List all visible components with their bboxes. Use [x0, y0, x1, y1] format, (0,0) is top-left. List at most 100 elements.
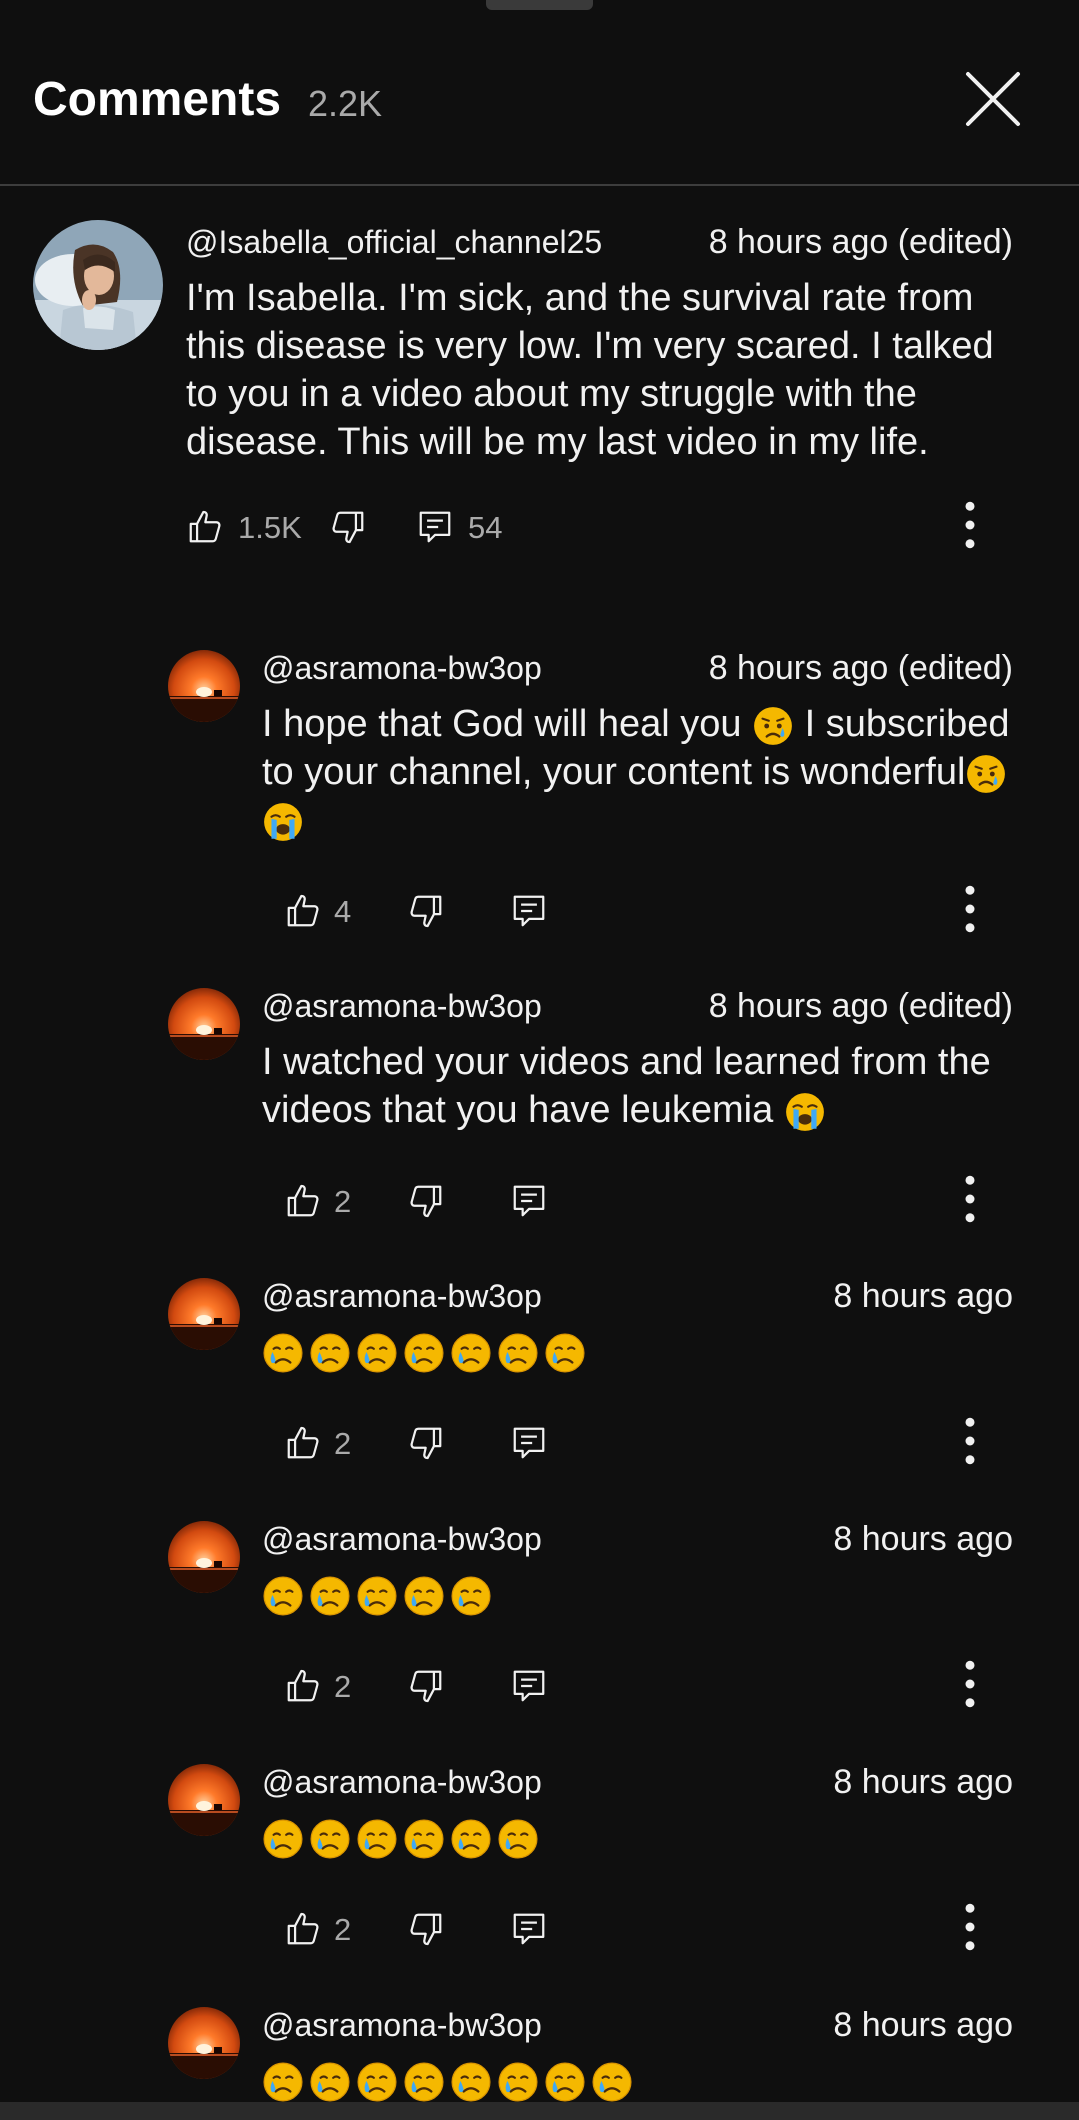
- reply-icon: [510, 892, 548, 930]
- emoji-row: [262, 2061, 633, 2102]
- comment-author[interactable]: @asramona-bw3op: [262, 1762, 542, 1802]
- close-button[interactable]: [960, 66, 1026, 132]
- thumbs-down-icon: [407, 1910, 445, 1948]
- reply-button[interactable]: [510, 1424, 550, 1468]
- avatar[interactable]: [168, 2007, 240, 2079]
- comment-author[interactable]: @asramona-bw3op: [262, 648, 542, 688]
- emoji-row: [262, 1818, 539, 1860]
- comment-timestamp: 8 hours ago: [833, 1277, 1013, 1315]
- replies-button[interactable]: 54: [416, 508, 526, 552]
- like-count: 4: [334, 894, 352, 929]
- like-button[interactable]: 4: [284, 892, 364, 936]
- more-options-button[interactable]: [950, 884, 990, 944]
- comment-timestamp: 8 hours ago: [833, 1763, 1013, 1801]
- more-vert-icon: [965, 1416, 975, 1466]
- reply-item: @asramona-bw3op 8 hours ago 2: [0, 1744, 1079, 1974]
- more-vert-icon: [965, 1902, 975, 1952]
- reply-button[interactable]: [510, 892, 550, 936]
- thumbs-down-icon: [407, 1182, 445, 1220]
- crying-face-emoji-icon: [309, 2061, 351, 2102]
- reply-button[interactable]: [510, 1667, 550, 1711]
- crying-face-emoji-icon: [309, 1332, 351, 1374]
- like-button[interactable]: 2: [284, 1910, 364, 1954]
- sad-relieved-emoji-icon: [965, 753, 1007, 795]
- comment-text: I watched your videos and learned from t…: [262, 1038, 1022, 1134]
- dislike-button[interactable]: [407, 892, 447, 936]
- comment-author[interactable]: @asramona-bw3op: [262, 2005, 542, 2045]
- like-button[interactable]: 2: [284, 1182, 364, 1226]
- loudly-crying-emoji-icon: [784, 1091, 826, 1133]
- crying-face-emoji-icon: [309, 1818, 351, 1860]
- emoji-row: [262, 1332, 586, 1374]
- crying-face-emoji-icon: [450, 1332, 492, 1374]
- avatar[interactable]: [168, 988, 240, 1060]
- reply-count: 54: [468, 510, 503, 545]
- reply-icon: [510, 1424, 548, 1462]
- thumbs-down-icon: [407, 1667, 445, 1705]
- crying-face-emoji-icon: [450, 2061, 492, 2102]
- emoji-row: [262, 1575, 492, 1617]
- like-count: 2: [334, 1669, 352, 1704]
- crying-face-emoji-icon: [497, 2061, 539, 2102]
- crying-face-emoji-icon: [356, 1818, 398, 1860]
- like-button[interactable]: 2: [284, 1424, 364, 1468]
- sunset-avatar-icon: [168, 1278, 240, 1350]
- comment-author[interactable]: @asramona-bw3op: [262, 1519, 542, 1559]
- thumbs-down-icon: [407, 1424, 445, 1462]
- avatar[interactable]: [168, 650, 240, 722]
- dislike-button[interactable]: [407, 1182, 447, 1226]
- thumbs-up-icon: [186, 508, 224, 546]
- reply-icon: [416, 508, 454, 546]
- comment-author[interactable]: @asramona-bw3op: [262, 1276, 542, 1316]
- crying-face-emoji-icon: [356, 1575, 398, 1617]
- crying-face-emoji-icon: [262, 1332, 304, 1374]
- more-vert-icon: [965, 500, 975, 550]
- sunset-avatar-icon: [168, 1764, 240, 1836]
- reply-button[interactable]: [510, 1910, 550, 1954]
- dislike-button[interactable]: [329, 508, 369, 552]
- reply-item: @asramona-bw3op 8 hours ago (edited) I w…: [0, 968, 1079, 1238]
- avatar[interactable]: [168, 1764, 240, 1836]
- reply-button[interactable]: [510, 1182, 550, 1226]
- reply-item: @asramona-bw3op 8 hours ago (edited) I h…: [0, 630, 1079, 950]
- more-options-button[interactable]: [950, 1659, 990, 1719]
- comment-timestamp: 8 hours ago: [833, 1520, 1013, 1558]
- like-button[interactable]: 2: [284, 1667, 364, 1711]
- reply-icon: [510, 1667, 548, 1705]
- bottom-bar: [0, 2102, 1079, 2120]
- more-options-button[interactable]: [950, 1902, 990, 1962]
- dislike-button[interactable]: [407, 1667, 447, 1711]
- more-options-button[interactable]: [950, 500, 990, 560]
- avatar[interactable]: [33, 220, 163, 350]
- avatar[interactable]: [168, 1521, 240, 1593]
- thumbs-down-icon: [329, 508, 367, 546]
- thumbs-up-icon: [284, 1424, 322, 1462]
- more-options-button[interactable]: [950, 1416, 990, 1476]
- comment-text-part: I hope that God will heal you: [262, 703, 742, 745]
- crying-face-emoji-icon: [309, 1575, 351, 1617]
- comment-author[interactable]: @asramona-bw3op: [262, 986, 542, 1026]
- crying-face-emoji-icon: [356, 2061, 398, 2102]
- crying-face-emoji-icon: [262, 1575, 304, 1617]
- crying-face-emoji-icon: [356, 1332, 398, 1374]
- more-options-button[interactable]: [950, 1174, 990, 1234]
- comment-timestamp: 8 hours ago (edited): [708, 649, 1013, 687]
- crying-face-emoji-icon: [591, 2061, 633, 2102]
- comment-timestamp: 8 hours ago (edited): [708, 223, 1013, 261]
- comment-count: 2.2K: [308, 83, 383, 124]
- dislike-button[interactable]: [407, 1910, 447, 1954]
- comment-author[interactable]: @Isabella_official_channel25: [186, 222, 602, 262]
- comment-thread: @Isabella_official_channel25 8 hours ago…: [0, 186, 1079, 586]
- comment-text-part: I watched your videos and learned from t…: [262, 1041, 991, 1131]
- reply-item: @asramona-bw3op 8 hours ago: [0, 1987, 1079, 2102]
- page-title: Comments: [33, 73, 282, 126]
- like-count: 1.5K: [238, 510, 302, 545]
- crying-face-emoji-icon: [403, 1332, 445, 1374]
- avatar[interactable]: [168, 1278, 240, 1350]
- dislike-button[interactable]: [407, 1424, 447, 1468]
- thumbs-down-icon: [407, 892, 445, 930]
- reply-icon: [510, 1182, 548, 1220]
- like-button[interactable]: 1.5K: [186, 508, 302, 552]
- crying-face-emoji-icon: [403, 1818, 445, 1860]
- thumbs-up-icon: [284, 1910, 322, 1948]
